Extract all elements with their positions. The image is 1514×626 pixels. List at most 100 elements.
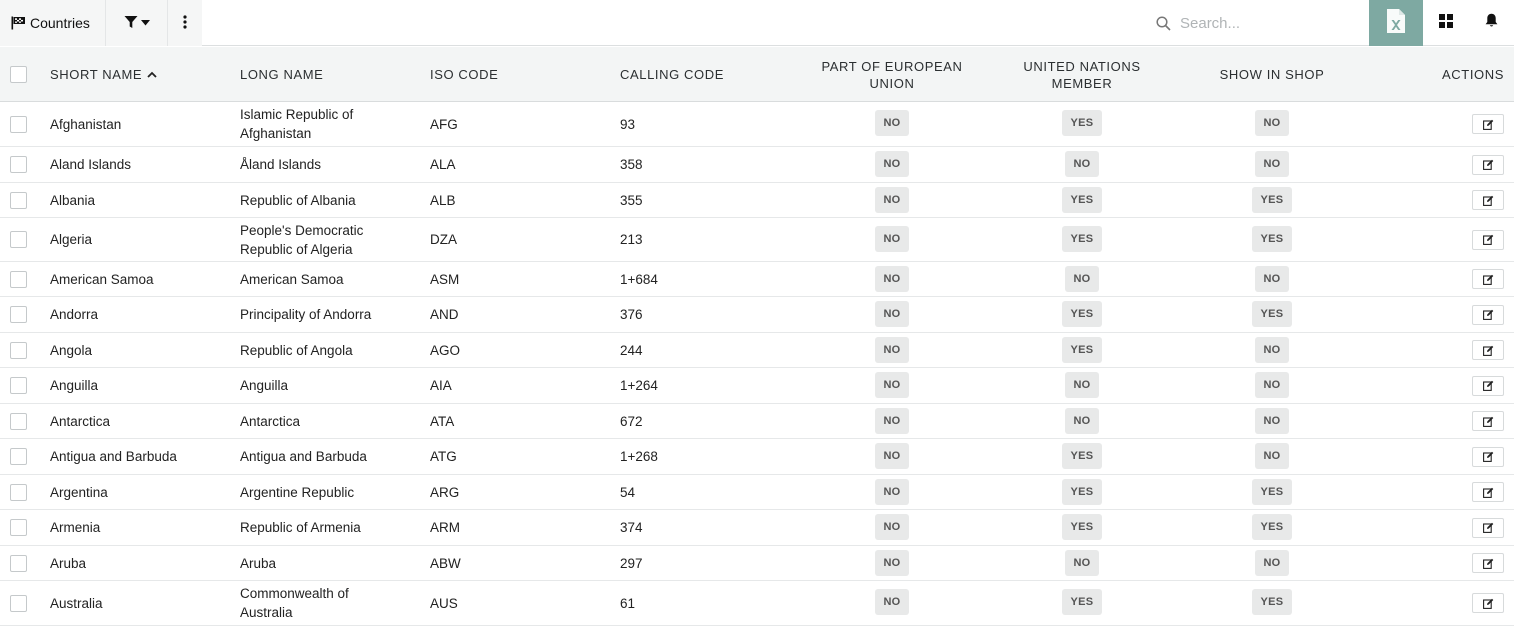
chevron-down-icon xyxy=(140,18,150,28)
show-in-shop-cell: NO xyxy=(1192,439,1352,474)
short-name-cell: Antigua and Barbuda xyxy=(50,439,235,474)
select-all-checkbox[interactable] xyxy=(10,66,27,83)
short-name-cell-text: Anguilla xyxy=(50,378,99,393)
status-badge: NO xyxy=(1065,266,1099,292)
edit-button[interactable] xyxy=(1472,375,1504,396)
row-checkbox[interactable] xyxy=(10,554,27,572)
table-row[interactable]: Argentina Argentine Republic ARG 54 NO YES YES xyxy=(0,475,1514,510)
countries-menu-button[interactable]: Countries xyxy=(0,0,106,46)
row-checkbox[interactable] xyxy=(10,306,27,323)
united-nations-cell: YES xyxy=(1002,183,1162,217)
header-iso-code[interactable]: ISO CODE xyxy=(430,47,498,102)
header-long-name[interactable]: LONG NAME xyxy=(240,47,323,102)
row-select-cell xyxy=(10,546,27,580)
table-row[interactable]: Antigua and Barbuda Antigua and Barbuda AT… xyxy=(0,439,1514,475)
table-row[interactable]: Antarctica Antarctica ATA 672 NO NO NO xyxy=(0,404,1514,439)
long-name-cell-text: Antigua and Barbuda xyxy=(240,449,367,464)
united-nations-cell: YES xyxy=(1002,510,1162,545)
table-row[interactable]: Afghanistan Islamic Republic of Afghanist… xyxy=(0,102,1514,147)
row-select-cell xyxy=(10,475,27,509)
status-badge: NO xyxy=(875,187,909,213)
header-calling-code[interactable]: CALLING CODE xyxy=(620,47,724,102)
row-checkbox[interactable] xyxy=(10,483,27,501)
row-checkbox[interactable] xyxy=(10,377,27,394)
row-checkbox[interactable] xyxy=(10,448,27,465)
short-name-cell: Afghanistan xyxy=(50,102,235,146)
united-nations-cell: YES xyxy=(1002,581,1162,625)
header-european-union[interactable]: PART OF EUROPEAN UNION xyxy=(812,47,972,102)
status-badge: NO xyxy=(1065,550,1099,576)
table-row[interactable]: Anguilla Anguilla AIA 1+264 NO NO NO xyxy=(0,368,1514,404)
edit-button[interactable] xyxy=(1472,304,1504,325)
short-name-cell-text: Australia xyxy=(50,595,103,611)
iso-code-cell-text: DZA xyxy=(430,232,457,247)
header-european-union-label: PART OF EUROPEAN UNION xyxy=(821,58,963,91)
header-short-name[interactable]: SHORT NAME xyxy=(50,47,157,102)
short-name-cell-text: Armenia xyxy=(50,520,101,535)
long-name-cell: Åland Islands xyxy=(240,147,390,182)
calling-code-cell: 93 xyxy=(620,102,635,146)
long-name-cell: Aruba xyxy=(240,546,390,580)
notifications-button[interactable] xyxy=(1469,0,1514,46)
row-checkbox[interactable] xyxy=(10,231,27,248)
short-name-cell: Angola xyxy=(50,333,235,367)
row-checkbox[interactable] xyxy=(10,412,27,430)
table-row[interactable]: Angola Republic of Angola AGO 244 NO YES NO xyxy=(0,333,1514,368)
header-show-in-shop[interactable]: SHOW IN SHOP xyxy=(1192,47,1352,102)
edit-button[interactable] xyxy=(1472,229,1504,250)
edit-button[interactable] xyxy=(1472,553,1504,573)
edit-button[interactable] xyxy=(1472,190,1504,210)
row-checkbox[interactable] xyxy=(10,341,27,359)
long-name-cell: Commonwealth of Australia xyxy=(240,581,390,625)
edit-button[interactable] xyxy=(1472,482,1504,502)
iso-code-cell: ABW xyxy=(430,546,461,580)
row-checkbox[interactable] xyxy=(10,191,27,209)
edit-button[interactable] xyxy=(1472,517,1504,538)
table-row[interactable]: American Samoa American Samoa ASM 1+684 NO NO… xyxy=(0,262,1514,297)
row-checkbox[interactable] xyxy=(10,115,27,133)
edit-button[interactable] xyxy=(1472,411,1504,431)
table-row[interactable]: Australia Commonwealth of Australia AUS 61 N… xyxy=(0,581,1514,626)
show-in-shop-cell: YES xyxy=(1192,218,1352,261)
edit-icon xyxy=(1482,380,1494,391)
table-row[interactable]: Andorra Principality of Andorra AND 376 NO YE… xyxy=(0,297,1514,333)
european-union-cell: NO xyxy=(812,546,972,580)
row-checkbox[interactable] xyxy=(10,270,27,288)
iso-code-cell: AND xyxy=(430,297,459,332)
short-name-cell-text: Antarctica xyxy=(50,413,111,429)
calling-code-cell-text: 358 xyxy=(620,157,643,172)
edit-button[interactable] xyxy=(1472,154,1504,175)
table-row[interactable]: Albania Republic of Albania ALB 355 NO YES YES xyxy=(0,183,1514,218)
grid-layout-button[interactable] xyxy=(1423,0,1469,46)
row-checkbox[interactable] xyxy=(10,594,27,612)
edit-icon xyxy=(1482,598,1494,609)
edit-button[interactable] xyxy=(1472,114,1504,134)
filter-button[interactable] xyxy=(106,0,168,46)
edit-icon xyxy=(1482,234,1494,245)
short-name-cell-text: Aruba xyxy=(50,555,87,571)
long-name-cell-text: Republic of Armenia xyxy=(240,520,361,535)
row-checkbox[interactable] xyxy=(10,519,27,536)
status-badge: NO xyxy=(875,301,909,327)
edit-button[interactable] xyxy=(1472,446,1504,467)
more-options-button[interactable] xyxy=(168,0,202,46)
long-name-cell-text: American Samoa xyxy=(240,271,344,287)
european-union-cell: NO xyxy=(812,475,972,509)
edit-button[interactable] xyxy=(1472,269,1504,289)
short-name-cell-text: Afghanistan xyxy=(50,116,122,132)
table-row[interactable]: Aruba Aruba ABW 297 NO NO NO xyxy=(0,546,1514,581)
table-row[interactable]: Algeria People's Democratic Republic of A… xyxy=(0,218,1514,262)
header-united-nations[interactable]: UNITED NATIONS MEMBER xyxy=(1002,47,1162,102)
header-actions: ACTIONS xyxy=(1442,47,1504,102)
search-input[interactable] xyxy=(1178,13,1348,33)
table-row[interactable]: Aland Islands Åland Islands ALA 358 NO NO NO xyxy=(0,147,1514,183)
long-name-cell-text: Argentine Republic xyxy=(240,484,355,500)
table-row[interactable]: Armenia Republic of Armenia ARM 374 NO YES YES xyxy=(0,510,1514,546)
edit-button[interactable] xyxy=(1472,340,1504,360)
calling-code-cell-text: 376 xyxy=(620,307,643,322)
row-checkbox[interactable] xyxy=(10,156,27,173)
edit-button[interactable] xyxy=(1472,593,1504,613)
grid-layout-icon xyxy=(1439,13,1453,33)
row-select-cell xyxy=(10,102,27,146)
excel-export-button[interactable] xyxy=(1369,0,1423,46)
